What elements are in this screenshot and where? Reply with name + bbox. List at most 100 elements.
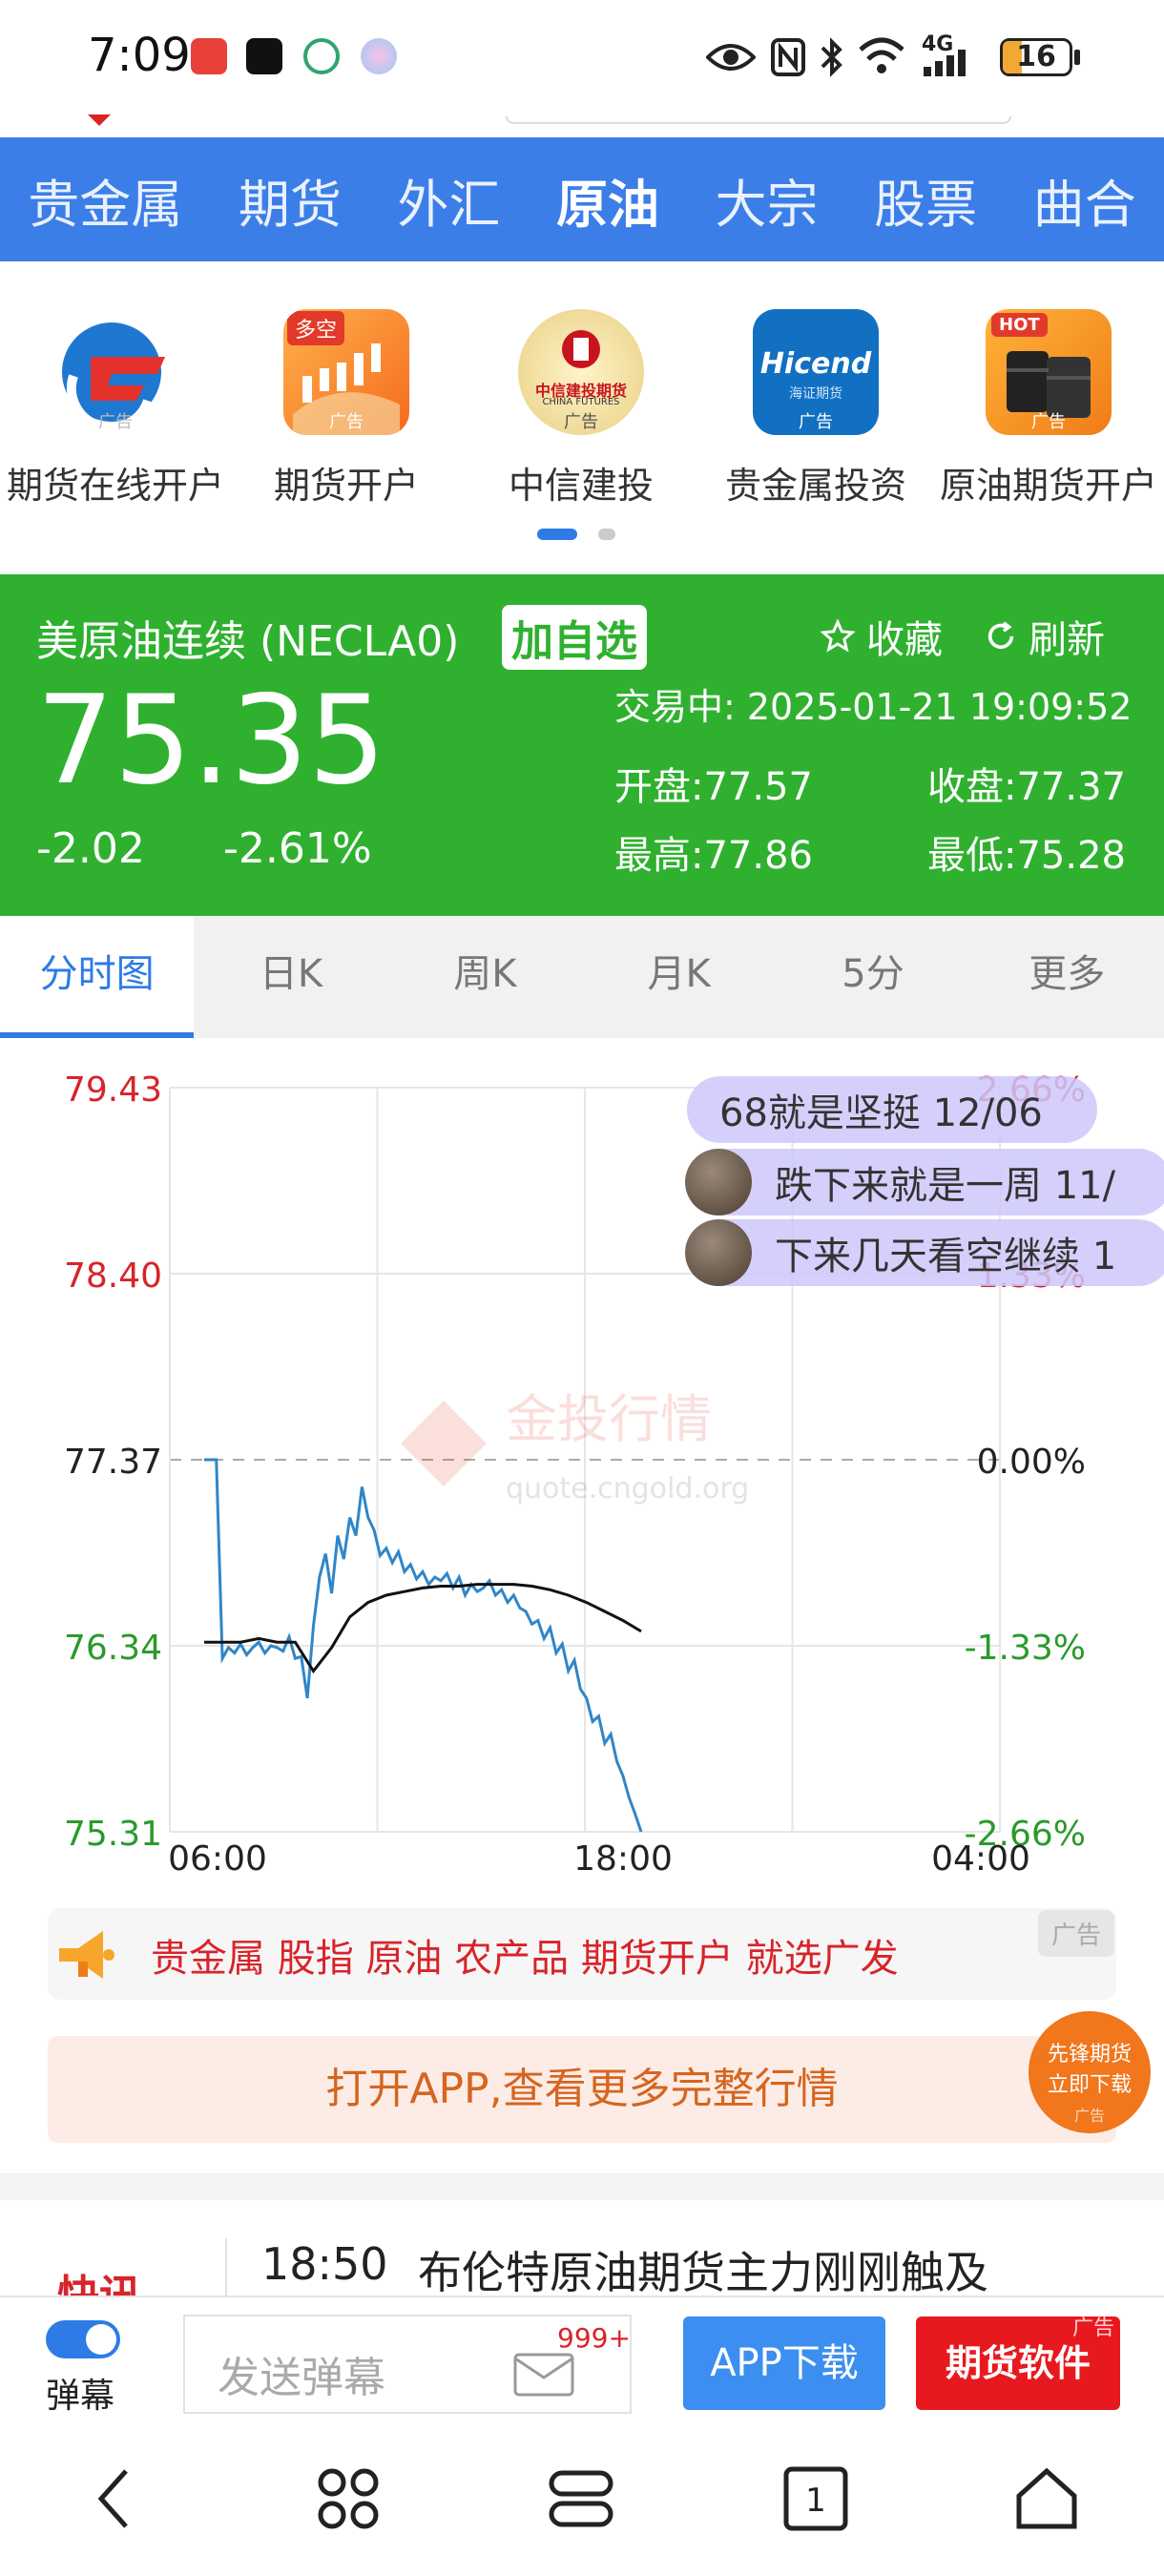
open-price: 开盘:77.57 (614, 765, 813, 809)
high-price: 最高:77.86 (614, 834, 813, 878)
hicend-logo-sub: 海证期货 (789, 386, 842, 402)
svg-text:1: 1 (805, 2482, 826, 2520)
nav-item-stocks[interactable]: 股票 (868, 162, 983, 238)
ad-label: 期货开户 (273, 465, 419, 507)
watermark-text: 金投行情 (506, 1389, 712, 1449)
flash-news-label: 快讯 (57, 2261, 141, 2296)
message-badge: 999+ (557, 2322, 631, 2354)
futures-software-button[interactable]: 期货软件 广告 (916, 2316, 1120, 2410)
trading-status: 交易中: 2025-01-21 19:09:52 (614, 686, 1133, 728)
tab-intraday[interactable]: 分时图 (0, 916, 195, 1038)
tabs-icon[interactable]: 1 (782, 2465, 849, 2532)
prev-close-price: 收盘:77.37 (927, 765, 1126, 809)
tab-weekly-k[interactable]: 周K (388, 916, 582, 1038)
candlestick-icon: 多空 广告 (283, 309, 409, 435)
ad-icon-row: 广告 期货在线开户 多空 广告 期货开户 中信建投期货 CHINA FUTURE… (0, 261, 1164, 567)
news-headline: 布伦特原油期货主力刚刚触及 (418, 2247, 988, 2296)
shortcut-icon[interactable] (315, 2465, 382, 2532)
wifi-icon (859, 37, 904, 73)
refresh-button[interactable]: 刷新 (985, 609, 1105, 664)
nav-item-crude-oil[interactable]: 原油 (551, 162, 665, 238)
nav-item-more[interactable]: 曲合 (1028, 162, 1142, 238)
notification-app-icon (191, 38, 227, 74)
system-nav-bar: 1 (0, 2429, 1164, 2576)
category-nav: 贵金属 期货 外汇 原油 大宗 股票 曲合 (0, 137, 1164, 261)
ad-label: 贵金属投资 (724, 465, 906, 507)
bottom-action-bar: 弹幕 发送弹幕 999+ APP下载 期货软件 广告 (0, 2296, 1164, 2429)
ad-label: 中信建投 (508, 465, 654, 507)
pioneer-download-button[interactable]: 先锋期货 立即下载 广告 (1029, 2011, 1151, 2133)
ad-banner[interactable]: 贵金属 股指 原油 农产品 期货开户 就选广发 广告 (48, 1908, 1116, 2000)
danmu-toggle[interactable] (46, 2320, 120, 2358)
danmu-toggle-label: 弹幕 (46, 2377, 115, 2416)
danmu-text: 下来几天看空继续 1 (775, 1235, 1117, 1278)
refresh-label: 刷新 (1029, 618, 1105, 662)
top-remnant (0, 114, 1164, 137)
x-axis-labels: 06:00 18:00 04:00 (168, 1839, 1030, 1879)
search-box-edge[interactable] (506, 116, 1011, 124)
ad-precious-invest[interactable]: Hicend 海证期货 广告 贵金属投资 (706, 309, 925, 509)
open-app-banner[interactable]: 打开APP,查看更多完整行情 (48, 2036, 1116, 2143)
carousel-dot[interactable] (598, 529, 615, 540)
y-tick-label: 79.43 (64, 1070, 162, 1110)
tab-daily-k[interactable]: 日K (194, 916, 387, 1038)
ad-banner-text: 贵金属 股指 原油 农产品 期货开户 就选广发 (151, 1937, 899, 1981)
news-item[interactable]: 快讯 18:50 布伦特原油期货主力刚刚触及 (0, 2200, 1164, 2296)
wallet-app-icon (303, 38, 340, 74)
divider (225, 2238, 227, 2296)
last-price: 75.35 (36, 670, 386, 812)
watermark-url: quote.cngold.org (506, 1472, 749, 1506)
ad-citic[interactable]: 中信建投期货 CHINA FUTURES 广告 中信建投 (471, 309, 691, 509)
home-icon[interactable] (1013, 2465, 1080, 2532)
tab-monthly-k[interactable]: 月K (582, 916, 776, 1038)
battery-indicator: 16 (1000, 38, 1072, 76)
danmu-bubble[interactable]: 下来几天看空继续 1 (685, 1219, 1164, 1286)
ad-crude-futures[interactable]: HOT 广告 原油期货开户 (939, 309, 1158, 509)
nav-item-forex[interactable]: 外汇 (391, 162, 506, 238)
nav-item-futures[interactable]: 期货 (233, 162, 347, 238)
tab-5min[interactable]: 5分 (776, 916, 969, 1038)
carousel-dot-active[interactable] (537, 529, 577, 540)
bluetooth-icon (821, 37, 842, 77)
y-tick-label: 78.40 (64, 1257, 162, 1296)
price-change-pct: -2.61% (223, 824, 372, 873)
add-watchlist-button[interactable]: 加自选 (502, 605, 647, 670)
favorite-label: 收藏 (866, 618, 943, 662)
pct-tick-label: -1.33% (965, 1629, 1086, 1668)
tiktok-app-icon (246, 38, 282, 74)
eye-icon (706, 44, 756, 71)
hicend-logo-icon: Hicend 海证期货 广告 (753, 309, 879, 435)
menu-icon[interactable] (548, 2465, 614, 2532)
danmu-input[interactable]: 发送弹幕 999+ (183, 2315, 632, 2414)
instrument-name: 美原油连续 (NECLA0) (36, 617, 460, 666)
danmu-bubble[interactable]: 68就是坚挺 12/06 (687, 1076, 1097, 1143)
x-tick-label: 06:00 (168, 1839, 267, 1879)
app-download-button[interactable]: APP下载 (683, 2316, 885, 2410)
nav-item-precious-metals[interactable]: 贵金属 (22, 162, 188, 238)
refresh-icon (987, 621, 1014, 650)
ad-futures-account[interactable]: 多空 广告 期货开户 (237, 309, 456, 509)
back-icon[interactable] (94, 2465, 132, 2532)
news-time: 18:50 (261, 2238, 388, 2290)
danmu-text: 68就是坚挺 12/06 (719, 1091, 1043, 1135)
danmu-input-placeholder: 发送弹幕 (218, 2354, 385, 2402)
gf-logo-icon: 广告 (52, 309, 178, 435)
nav-item-commodities[interactable]: 大宗 (710, 162, 824, 238)
pct-tick-label: 0.00% (977, 1443, 1086, 1482)
ad-futures-online[interactable]: 广告 期货在线开户 (6, 309, 225, 509)
citic-logo-sub: CHINA FUTURES (542, 397, 620, 407)
price-change: -2.02 (36, 824, 145, 873)
star-icon (821, 619, 855, 653)
danmu-bubble[interactable]: 跌下来就是一周 11/ (685, 1149, 1164, 1215)
ad-label: 期货在线开户 (6, 465, 224, 507)
favorite-button[interactable]: 收藏 (821, 609, 943, 664)
tab-more[interactable]: 更多 (970, 916, 1164, 1038)
pioneer-line2: 立即下载 (1047, 2073, 1132, 2097)
envelope-icon[interactable] (513, 2353, 574, 2397)
intraday-chart[interactable]: 金投行情 quote.cngold.org 79.43 78.40 77.37 76.… (0, 1038, 1164, 1897)
status-bar: 7:09 4G 16 (0, 0, 1164, 114)
ad-tag: 广告 (1037, 1910, 1114, 1957)
ad-tag: 广告 (1073, 2107, 1105, 2125)
dropdown-arrow-icon[interactable] (88, 114, 111, 126)
y-tick-label: 76.34 (64, 1629, 162, 1668)
